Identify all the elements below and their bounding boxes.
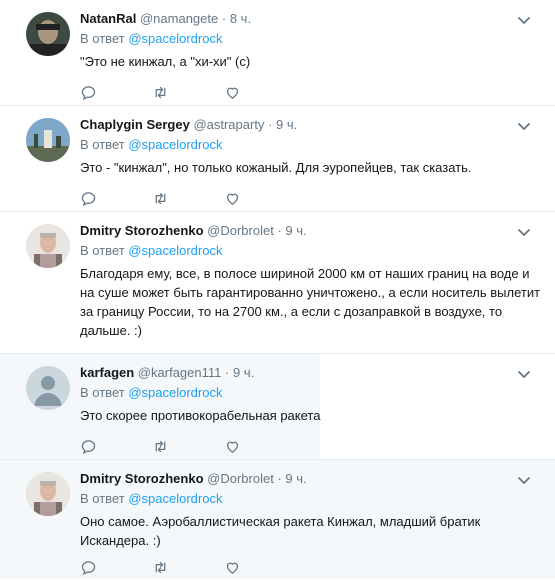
reply-button[interactable] (80, 183, 152, 213)
chevron-down-icon[interactable] (517, 226, 531, 240)
reply-mention-link[interactable]: @spacelordrock (128, 385, 222, 400)
separator-dot: · (268, 117, 273, 132)
tweet-header: Dmitry Storozhenko @Dorbrolet · 9 ч. (80, 222, 543, 240)
reply-prefix: В ответ (80, 137, 125, 152)
reply-context: В ответ @spacelordrock (80, 136, 543, 154)
author-handle[interactable]: @Dorbrolet (207, 223, 274, 238)
tweet-text: Оно самое. Аэробаллистическая ракета Кин… (80, 514, 481, 548)
reply-context: В ответ @spacelordrock (80, 490, 543, 508)
tweet-text: "Это не кинжал, а "хи-хи" (с) (80, 54, 251, 69)
tweet-header: karfagen @karfagen111 · 9 ч. (80, 364, 543, 382)
reply-button[interactable] (80, 552, 152, 582)
avatar[interactable] (26, 118, 70, 162)
reply-icon (81, 85, 96, 100)
tweet[interactable]: Dmitry Storozhenko @Dorbrolet · 9 ч. В о… (0, 460, 555, 579)
reply-mention-link[interactable]: @spacelordrock (128, 31, 222, 46)
chevron-down-icon[interactable] (517, 14, 531, 28)
heart-icon (226, 562, 239, 574)
tweet-actions (80, 552, 543, 582)
replies-feed: NatanRal @namangete · 8 ч. В ответ @spac… (0, 0, 555, 579)
reply-icon (81, 560, 96, 575)
timestamp[interactable]: 9 ч. (276, 117, 297, 132)
reply-mention-link[interactable]: @spacelordrock (128, 491, 222, 506)
reply-prefix: В ответ (80, 491, 125, 506)
avatar[interactable] (26, 12, 70, 56)
retweet-button[interactable] (152, 77, 224, 107)
chevron-down-icon[interactable] (517, 368, 531, 382)
reply-prefix: В ответ (80, 243, 125, 258)
reply-icon (81, 439, 96, 454)
retweet-button[interactable] (152, 431, 224, 461)
tweet-text: Благодаря ему, все, в полосе шириной 200… (80, 266, 541, 338)
timestamp[interactable]: 8 ч. (230, 11, 251, 26)
author-name[interactable]: Dmitry Storozhenko (80, 223, 204, 238)
separator-dot: · (277, 223, 282, 238)
tweet-text: Это - "кинжал", но только кожаный. Для э… (80, 160, 472, 175)
tweet-text: Это скорее противокорабельная ракета (80, 408, 321, 423)
retweet-button[interactable] (152, 183, 224, 213)
heart-icon (226, 193, 239, 205)
author-handle[interactable]: @karfagen111 (138, 365, 222, 380)
reply-prefix: В ответ (80, 31, 125, 46)
reply-prefix: В ответ (80, 385, 125, 400)
author-name[interactable]: karfagen (80, 365, 134, 380)
author-name[interactable]: NatanRal (80, 11, 136, 26)
reply-mention-link[interactable]: @spacelordrock (128, 137, 222, 152)
reply-context: В ответ @spacelordrock (80, 384, 543, 402)
author-handle[interactable]: @astraparty (193, 117, 264, 132)
tweet[interactable]: NatanRal @namangete · 8 ч. В ответ @spac… (0, 0, 555, 106)
reply-mention-link[interactable]: @spacelordrock (128, 243, 222, 258)
like-button[interactable] (224, 77, 296, 107)
tweet-header: Chaplygin Sergey @astraparty · 9 ч. (80, 116, 543, 134)
avatar[interactable] (26, 472, 70, 516)
author-handle[interactable]: @namangete (140, 11, 218, 26)
separator-dot: · (225, 365, 230, 380)
reply-button[interactable] (80, 431, 152, 461)
tweet[interactable]: Chaplygin Sergey @astraparty · 9 ч. В от… (0, 106, 555, 212)
author-name[interactable]: Chaplygin Sergey (80, 117, 190, 132)
timestamp[interactable]: 9 ч. (233, 365, 254, 380)
reply-icon (81, 191, 96, 206)
author-handle[interactable]: @Dorbrolet (207, 471, 274, 486)
tweet-actions (80, 431, 543, 461)
like-button[interactable] (224, 431, 296, 461)
avatar[interactable] (26, 366, 70, 410)
retweet-icon (155, 192, 166, 204)
separator-dot: · (221, 11, 227, 26)
tweet-actions (80, 183, 543, 213)
reply-button[interactable] (80, 77, 152, 107)
tweet-header: Dmitry Storozhenko @Dorbrolet · 9 ч. (80, 470, 543, 488)
heart-icon (226, 87, 239, 99)
avatar[interactable] (26, 224, 70, 268)
timestamp[interactable]: 9 ч. (285, 223, 306, 238)
timestamp[interactable]: 9 ч. (285, 471, 306, 486)
chevron-down-icon[interactable] (517, 120, 531, 134)
heart-icon (226, 441, 239, 453)
retweet-button[interactable] (152, 552, 224, 582)
tweet-actions (80, 77, 543, 107)
reply-context: В ответ @spacelordrock (80, 30, 543, 48)
retweet-icon (155, 86, 166, 98)
reply-context: В ответ @spacelordrock (80, 242, 543, 260)
tweet[interactable]: karfagen @karfagen111 · 9 ч. В ответ @sp… (0, 354, 555, 460)
like-button[interactable] (224, 552, 296, 582)
retweet-icon (155, 440, 166, 452)
separator-dot: · (277, 471, 282, 486)
tweet[interactable]: Dmitry Storozhenko @Dorbrolet · 9 ч. В о… (0, 212, 555, 354)
author-name[interactable]: Dmitry Storozhenko (80, 471, 204, 486)
chevron-down-icon[interactable] (517, 474, 531, 488)
retweet-icon (155, 561, 166, 573)
tweet-header: NatanRal @namangete · 8 ч. (80, 10, 543, 28)
like-button[interactable] (224, 183, 296, 213)
